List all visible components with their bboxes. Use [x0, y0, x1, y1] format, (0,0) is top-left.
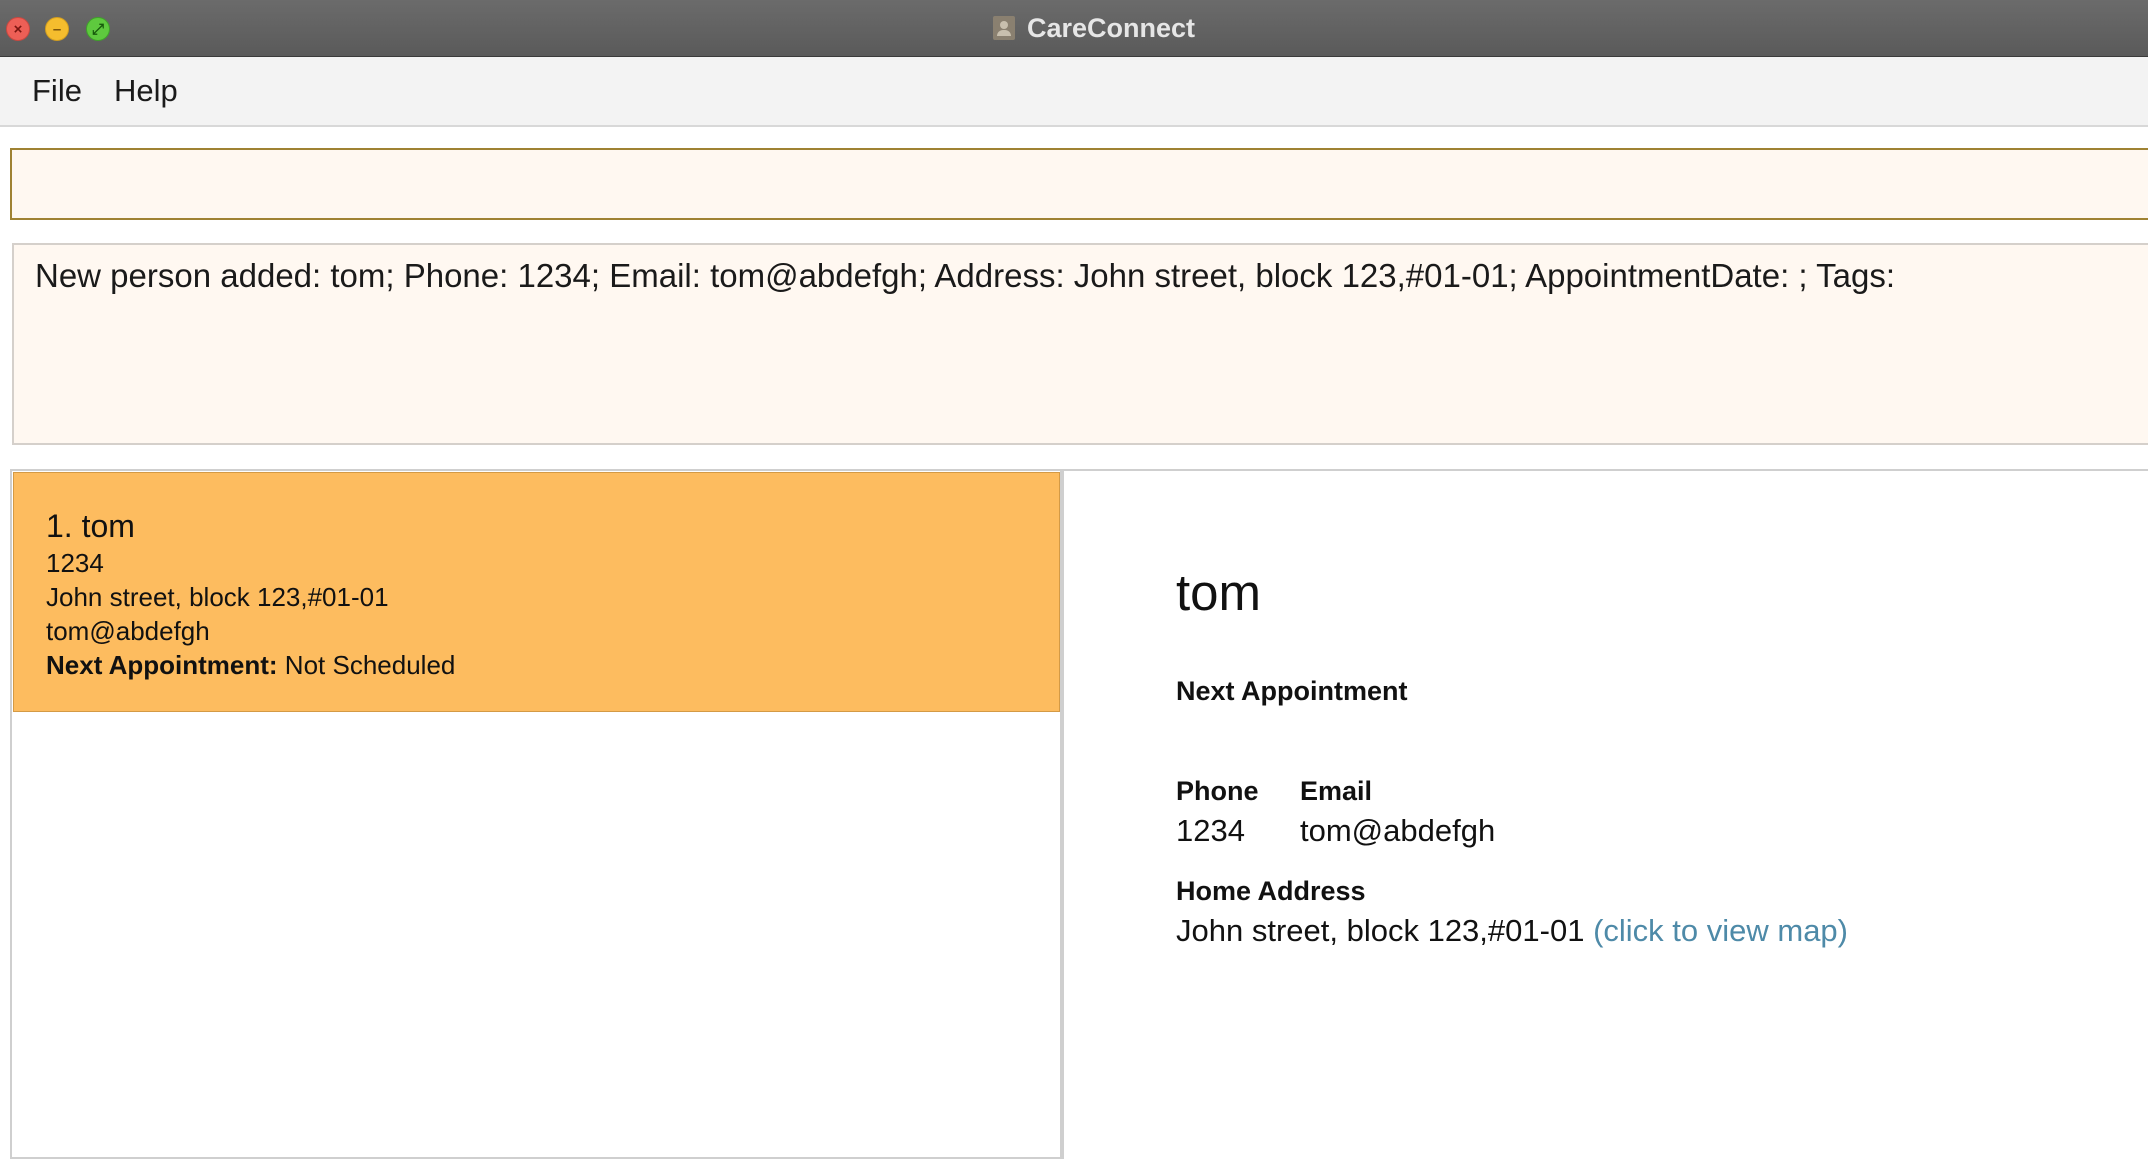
appointment-label: Next Appointment:: [46, 650, 278, 680]
person-card-address: John street, block 123,#01-01: [46, 582, 389, 612]
app-icon: [992, 16, 1015, 40]
person-card-phone: 1234: [46, 548, 104, 578]
person-card-name: 1. tom: [46, 508, 135, 544]
detail-email-value: tom@abdefgh: [1300, 813, 1496, 848]
view-map-link[interactable]: (click to view map): [1593, 913, 1848, 948]
appointment-value: Not Scheduled: [277, 650, 456, 680]
window-title-area: CareConnect: [0, 0, 2148, 56]
detail-email-label: Email: [1300, 776, 1373, 806]
window-title: CareConnect: [1026, 12, 1196, 43]
detail-phone-value: 1234: [1176, 813, 1245, 848]
detail-address-label: Home Address: [1176, 876, 1366, 906]
detail-address-line: John street, block 123,#01-01 (click to …: [1176, 913, 1848, 949]
title-bar: × – ⤢ CareConnect: [0, 0, 2148, 57]
person-card-appointment: Next Appointment: Not Scheduled: [46, 648, 1059, 682]
result-display: New person added: tom; Phone: 1234; Emai…: [12, 243, 2148, 445]
person-card-email: tom@abdefgh: [46, 616, 210, 646]
detail-address-value: John street, block 123,#01-01: [1176, 913, 1585, 948]
person-card-selected[interactable]: 1. tom 1234 John street, block 123,#01-0…: [13, 472, 1060, 712]
detail-appointment-label: Next Appointment: [1176, 676, 1408, 706]
command-input[interactable]: [12, 150, 2148, 218]
detail-phone-label: Phone: [1176, 776, 1259, 806]
menu-help[interactable]: Help: [98, 73, 194, 109]
menu-bar: File Help: [0, 57, 2148, 127]
person-details-panel: tom Next Appointment Phone 1234 Email to…: [1062, 469, 2148, 1159]
command-box: [10, 148, 2148, 220]
detail-person-name: tom: [1176, 564, 1262, 621]
menu-file[interactable]: File: [16, 73, 98, 109]
result-message: New person added: tom; Phone: 1234; Emai…: [35, 257, 1896, 294]
person-list-panel[interactable]: 1. tom 1234 John street, block 123,#01-0…: [10, 469, 1062, 1159]
